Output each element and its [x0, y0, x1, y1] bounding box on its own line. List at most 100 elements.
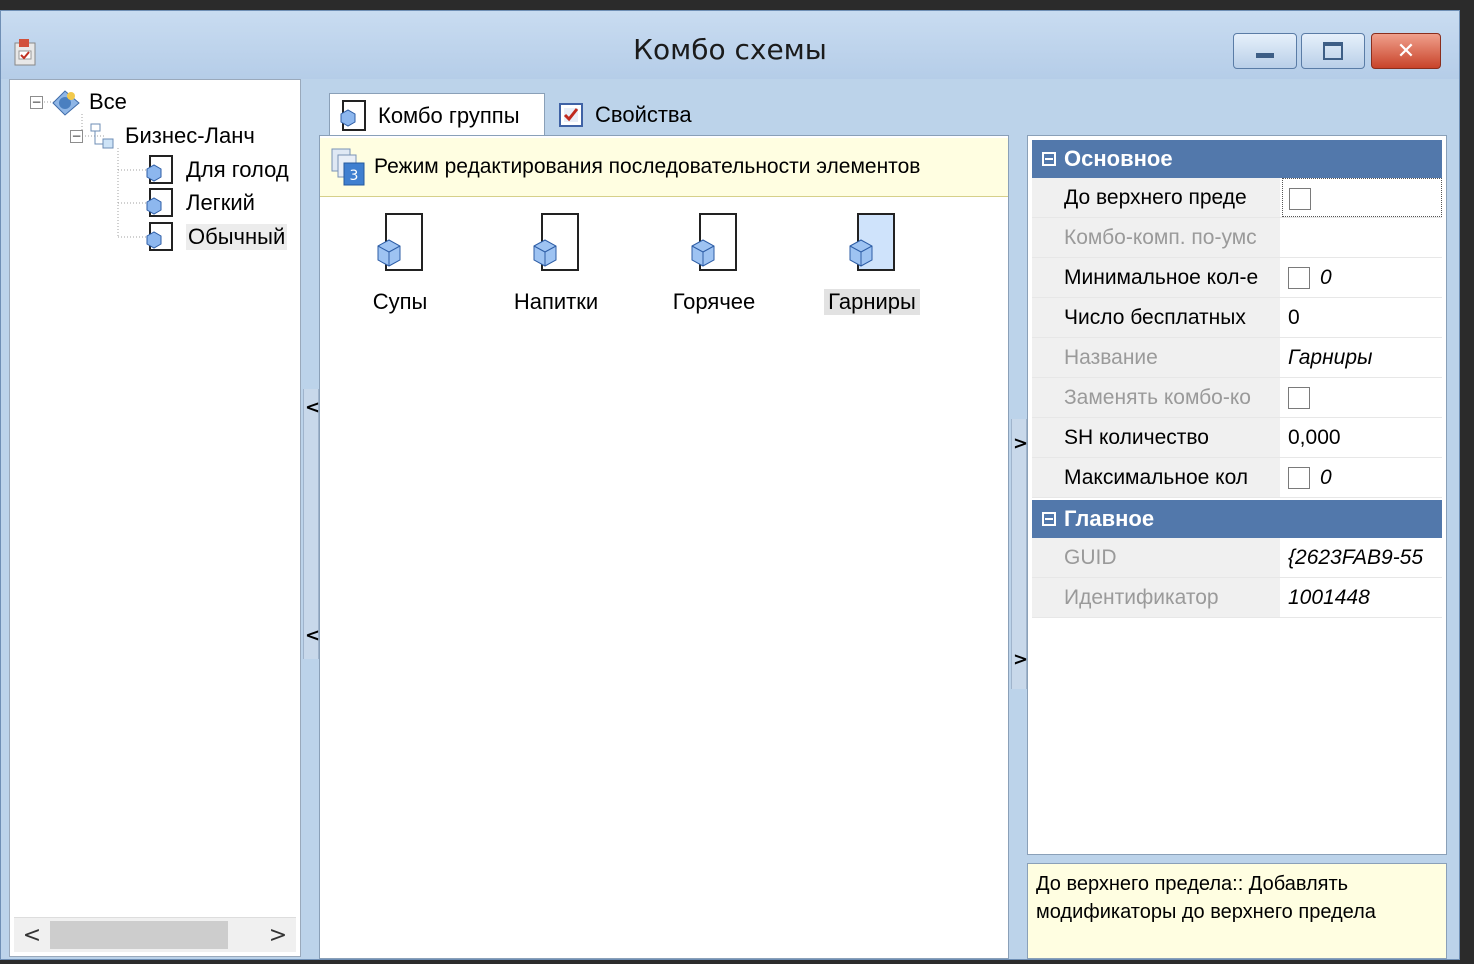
tab-combo-groups[interactable]: Комбо группы: [329, 93, 545, 137]
collapse-icon[interactable]: [1042, 512, 1056, 526]
checkbox[interactable]: [1288, 387, 1310, 410]
scroll-thumb[interactable]: [50, 921, 228, 949]
property-row[interactable]: До верхнего преде: [1032, 178, 1442, 218]
folder-tree-icon: [90, 123, 114, 149]
category-label: Основное: [1064, 146, 1173, 171]
combo-group-drinks[interactable]: Напитки: [496, 212, 616, 315]
tree-node-label: Легкий: [186, 190, 255, 215]
category-glavnoe[interactable]: Главное: [1032, 500, 1442, 538]
combo-tree[interactable]: − Все − Бизнес-Ланч Для голод Легкий Обы…: [9, 79, 301, 957]
edit-badge: 3: [350, 168, 359, 184]
combo-groups-panel[interactable]: 3 Режим редактирования последовательност…: [319, 135, 1009, 959]
scroll-right-button[interactable]: >: [260, 923, 296, 948]
combo-group-garnishes[interactable]: Гарниры: [812, 212, 932, 315]
collapse-icon[interactable]: −: [30, 95, 43, 109]
property-row[interactable]: GUID {2623FAB9-55: [1032, 538, 1442, 578]
tree-node-label: Для голод: [186, 157, 289, 182]
checkbox[interactable]: [1288, 267, 1310, 290]
collapse-right-icon[interactable]: >: [1013, 433, 1028, 454]
property-row[interactable]: Заменять комбо-ко: [1032, 378, 1442, 418]
minimize-button[interactable]: [1233, 33, 1297, 69]
property-value[interactable]: [1282, 378, 1442, 417]
window-client: − Все − Бизнес-Ланч Для голод Легкий Обы…: [9, 79, 1449, 959]
property-name: Идентификатор: [1032, 578, 1280, 617]
property-value[interactable]: [1282, 178, 1442, 217]
collapse-right-icon[interactable]: >: [1013, 649, 1028, 670]
group-label: Гарниры: [824, 289, 920, 315]
tab-properties[interactable]: Свойства: [549, 93, 709, 137]
combo-schemes-window: Комбо схемы ✕ − Все − Бизнес-Ланч Для го…: [0, 10, 1460, 960]
combo-group-icon: [146, 188, 173, 217]
category-label: Главное: [1064, 506, 1155, 531]
tree-node-obychnyy[interactable]: Обычный: [144, 221, 288, 253]
property-value[interactable]: 0: [1282, 258, 1442, 297]
property-value-text: 0: [1320, 266, 1332, 289]
maximize-icon: [1323, 42, 1343, 60]
property-value: [1282, 218, 1442, 257]
property-value-text: 0: [1320, 466, 1332, 489]
property-grid[interactable]: Основное До верхнего преде Комбо-комп. п…: [1027, 135, 1447, 855]
combo-group-icon: [340, 99, 366, 131]
property-name: Название: [1032, 338, 1280, 377]
group-label: Напитки: [513, 289, 599, 314]
tree-node-business-lunch[interactable]: − Бизнес-Ланч: [70, 120, 255, 152]
combo-group-icon: [849, 213, 895, 271]
property-value[interactable]: 0: [1282, 298, 1442, 337]
properties-icon: [559, 103, 583, 127]
property-value: Гарниры: [1288, 346, 1373, 369]
collapse-left-icon[interactable]: <: [305, 625, 320, 646]
tab-label: Комбо группы: [378, 102, 520, 128]
combo-group-icon: [146, 155, 173, 184]
property-row[interactable]: Минимальное кол-е 0: [1032, 258, 1442, 298]
collapse-icon[interactable]: [1042, 152, 1056, 166]
property-row[interactable]: SH количество 0,000: [1032, 418, 1442, 458]
property-name: Число бесплатных: [1032, 298, 1280, 337]
close-button[interactable]: ✕: [1371, 33, 1441, 69]
property-value[interactable]: 0: [1282, 458, 1442, 497]
property-name: До верхнего преде: [1032, 178, 1280, 217]
combo-group-soups[interactable]: Супы: [340, 212, 460, 315]
tab-label: Свойства: [595, 102, 692, 127]
checkbox[interactable]: [1289, 188, 1311, 211]
tree-node-legkiy[interactable]: Легкий: [144, 187, 255, 219]
tree-node-label: Обычный: [186, 224, 288, 250]
tree-horizontal-scrollbar[interactable]: < >: [14, 917, 296, 952]
collapse-left-icon[interactable]: <: [305, 397, 320, 418]
combo-group-icon: [533, 213, 579, 271]
left-splitter[interactable]: < <: [303, 389, 320, 659]
category-osnovnoe[interactable]: Основное: [1032, 140, 1442, 178]
combo-group-icon: [377, 213, 423, 271]
edit-mode-banner[interactable]: 3 Режим редактирования последовательност…: [320, 138, 1008, 197]
checkbox[interactable]: [1288, 467, 1310, 490]
tree-node-all[interactable]: − Все: [30, 86, 127, 118]
combo-group-hot[interactable]: Горячее: [654, 212, 774, 315]
property-name: Комбо-комп. по-умс: [1032, 218, 1280, 257]
group-label: Горячее: [672, 289, 756, 314]
property-name: SH количество: [1032, 418, 1280, 457]
property-row[interactable]: Число бесплатных 0: [1032, 298, 1442, 338]
tree-node-label: Бизнес-Ланч: [125, 123, 255, 148]
property-value[interactable]: 0,000: [1282, 418, 1442, 457]
combo-group-icon: [146, 222, 173, 251]
tab-bar: Комбо группы Свойства: [319, 81, 1449, 137]
right-splitter[interactable]: > >: [1011, 419, 1028, 689]
property-row[interactable]: Название Гарниры: [1032, 338, 1442, 378]
minimize-icon: [1256, 52, 1274, 58]
tree-node-dlya-golod[interactable]: Для голод: [144, 154, 289, 186]
property-name: Заменять комбо-ко: [1032, 378, 1280, 417]
property-row[interactable]: Комбо-комп. по-умс: [1032, 218, 1442, 258]
property-row[interactable]: Идентификатор 1001448: [1032, 578, 1442, 618]
property-name: Максимальное кол: [1032, 458, 1280, 497]
title-bar[interactable]: Комбо схемы ✕: [1, 11, 1459, 79]
combo-group-icon: [691, 213, 737, 271]
collapse-icon[interactable]: −: [70, 129, 83, 143]
maximize-button[interactable]: [1301, 33, 1365, 69]
property-value: 1001448: [1288, 586, 1370, 609]
close-icon: ✕: [1396, 38, 1416, 64]
property-name: Минимальное кол-е: [1032, 258, 1280, 297]
group-label: Супы: [372, 289, 428, 314]
tree-node-label: Все: [89, 89, 127, 114]
scroll-left-button[interactable]: <: [14, 923, 50, 948]
property-row[interactable]: Максимальное кол 0: [1032, 458, 1442, 498]
property-name: GUID: [1032, 538, 1280, 577]
